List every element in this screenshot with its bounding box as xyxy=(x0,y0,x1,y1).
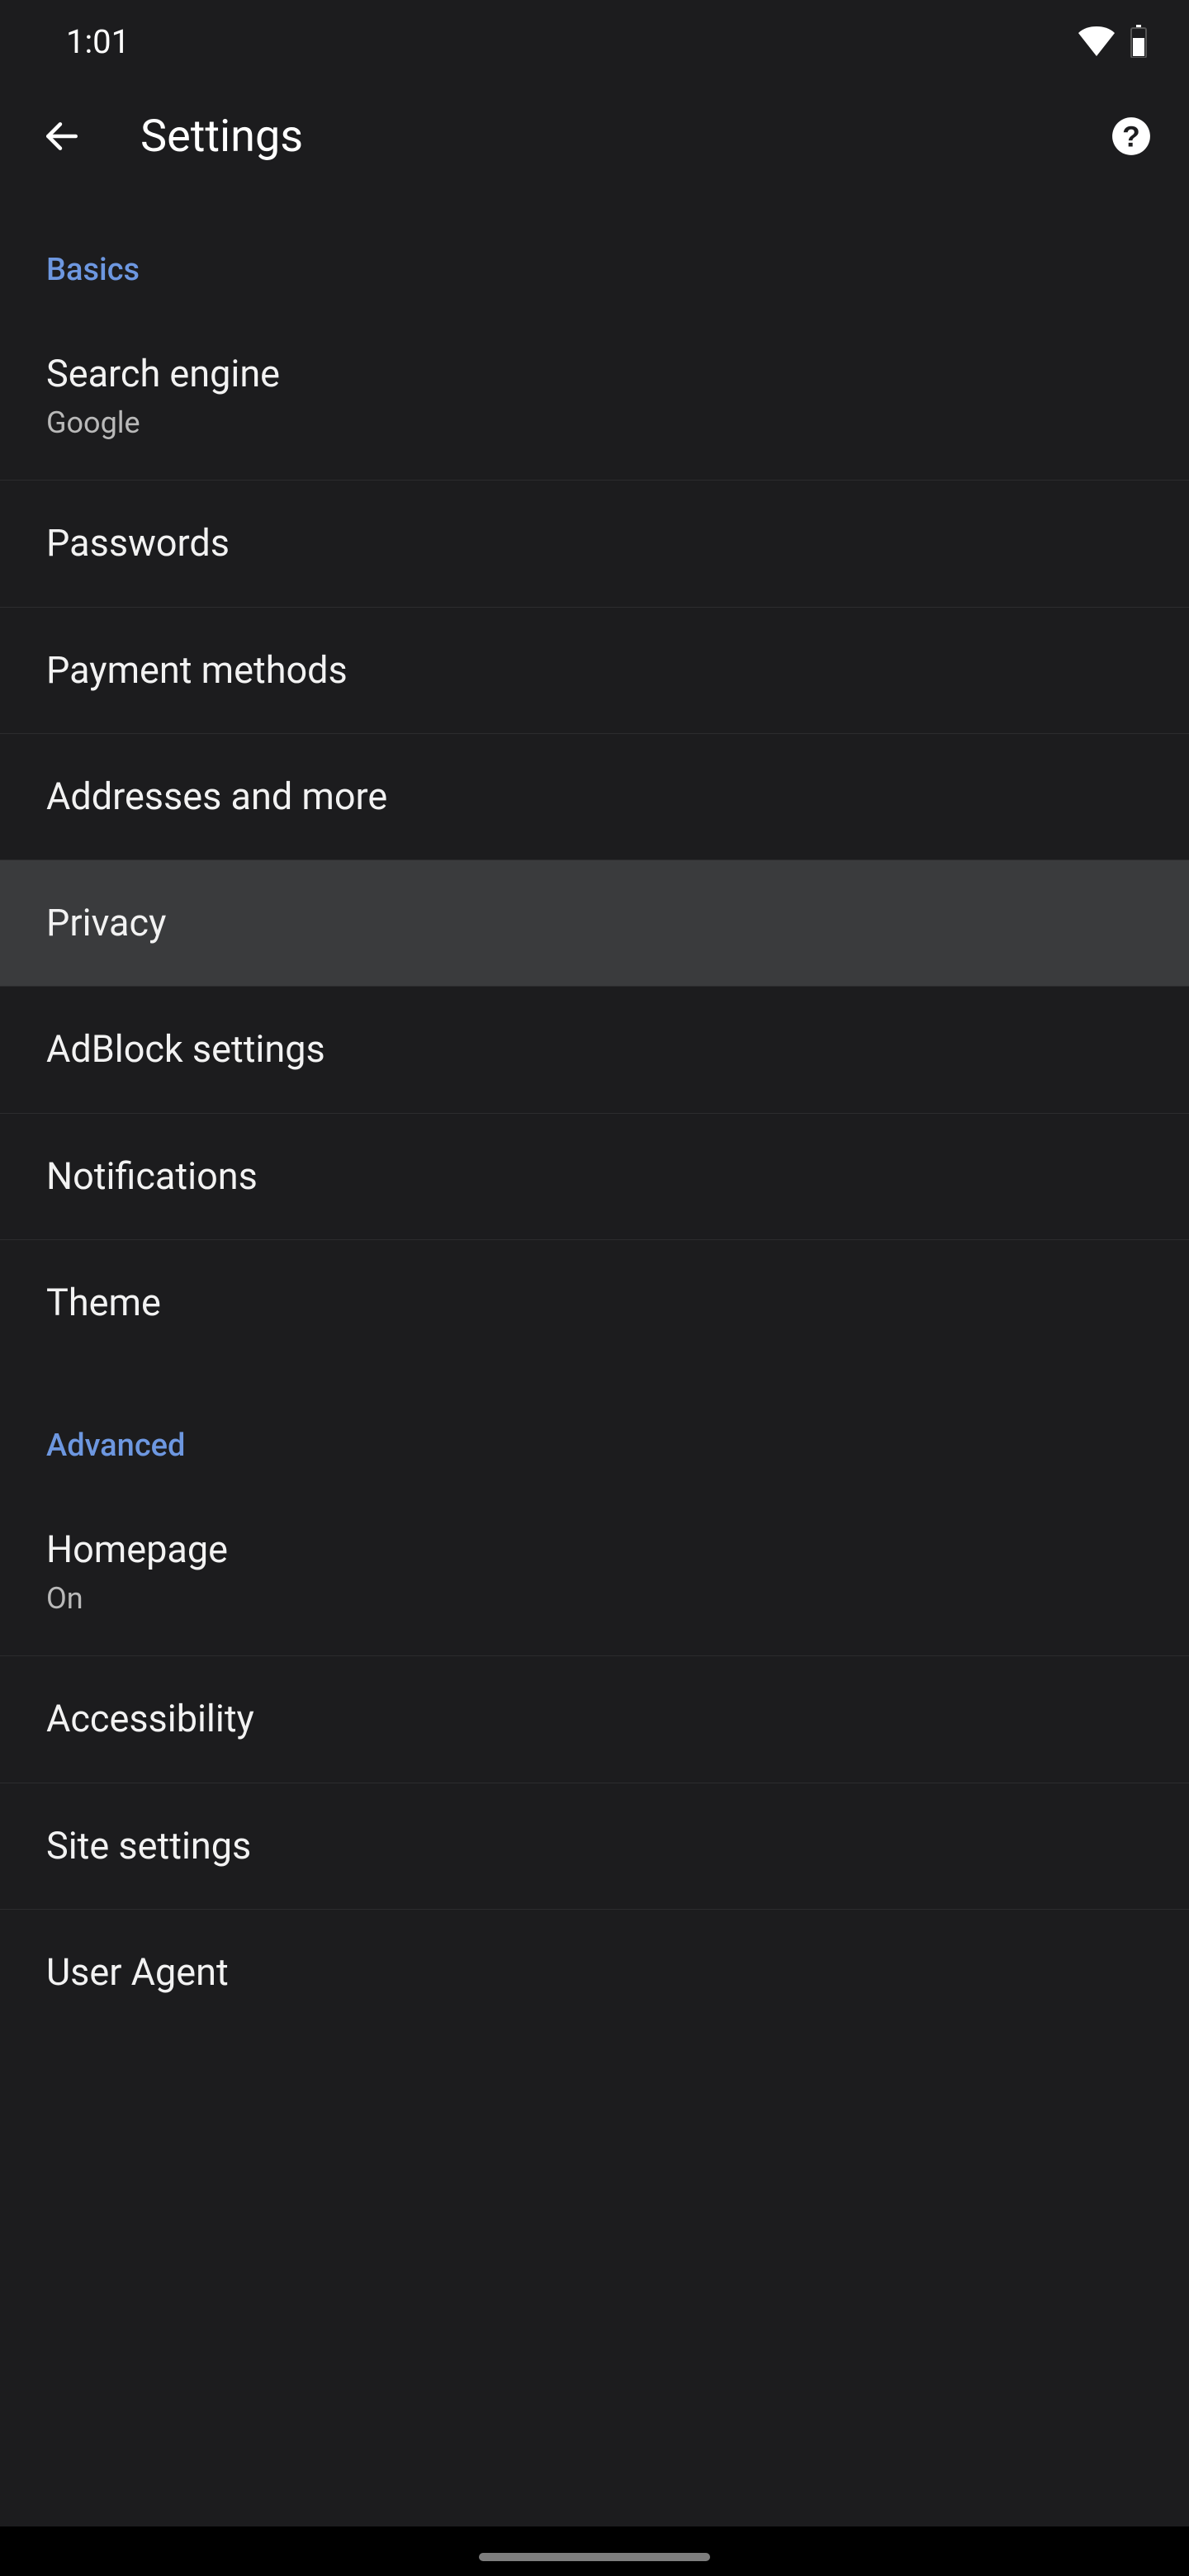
setting-title: Theme xyxy=(46,1280,1143,1326)
gesture-handle[interactable] xyxy=(479,2553,710,2561)
setting-title: Accessibility xyxy=(46,1696,1143,1742)
status-time: 1:01 xyxy=(66,22,130,61)
setting-title: Privacy xyxy=(46,900,1143,946)
setting-title: Addresses and more xyxy=(46,774,1143,820)
setting-privacy[interactable]: Privacy xyxy=(0,860,1189,987)
setting-title: Site settings xyxy=(46,1823,1143,1869)
setting-theme[interactable]: Theme xyxy=(0,1240,1189,1366)
setting-homepage[interactable]: Homepage On xyxy=(0,1487,1189,1656)
help-icon: ? xyxy=(1111,116,1152,157)
help-button[interactable]: ? xyxy=(1106,111,1156,161)
setting-payment-methods[interactable]: Payment methods xyxy=(0,608,1189,734)
setting-notifications[interactable]: Notifications xyxy=(0,1114,1189,1240)
setting-search-engine[interactable]: Search engine Google xyxy=(0,311,1189,481)
setting-title: Notifications xyxy=(46,1153,1143,1200)
app-bar: Settings ? xyxy=(0,83,1189,190)
wifi-icon xyxy=(1078,26,1115,56)
setting-passwords[interactable]: Passwords xyxy=(0,481,1189,607)
arrow-left-icon xyxy=(41,116,83,157)
setting-title: AdBlock settings xyxy=(46,1026,1143,1073)
setting-title: Passwords xyxy=(46,520,1143,566)
system-nav-bar xyxy=(0,2526,1189,2576)
setting-title: User Agent xyxy=(46,1949,1143,1996)
setting-site-settings[interactable]: Site settings xyxy=(0,1783,1189,1910)
page-title: Settings xyxy=(140,111,1057,163)
setting-accessibility[interactable]: Accessibility xyxy=(0,1656,1189,1783)
setting-title: Search engine xyxy=(46,351,1143,397)
setting-addresses[interactable]: Addresses and more xyxy=(0,734,1189,860)
setting-subtitle: Google xyxy=(46,405,1143,440)
setting-subtitle: On xyxy=(46,1581,1143,1616)
status-bar: 1:01 xyxy=(0,0,1189,83)
section-header-basics: Basics xyxy=(0,190,1189,311)
setting-adblock[interactable]: AdBlock settings xyxy=(0,987,1189,1113)
svg-text:?: ? xyxy=(1122,121,1140,154)
status-icons xyxy=(1078,25,1148,58)
setting-title: Payment methods xyxy=(46,647,1143,694)
section-header-advanced: Advanced xyxy=(0,1366,1189,1487)
battery-icon xyxy=(1130,25,1148,58)
setting-user-agent[interactable]: User Agent xyxy=(0,1910,1189,2035)
setting-title: Homepage xyxy=(46,1527,1143,1573)
back-button[interactable] xyxy=(33,107,91,165)
